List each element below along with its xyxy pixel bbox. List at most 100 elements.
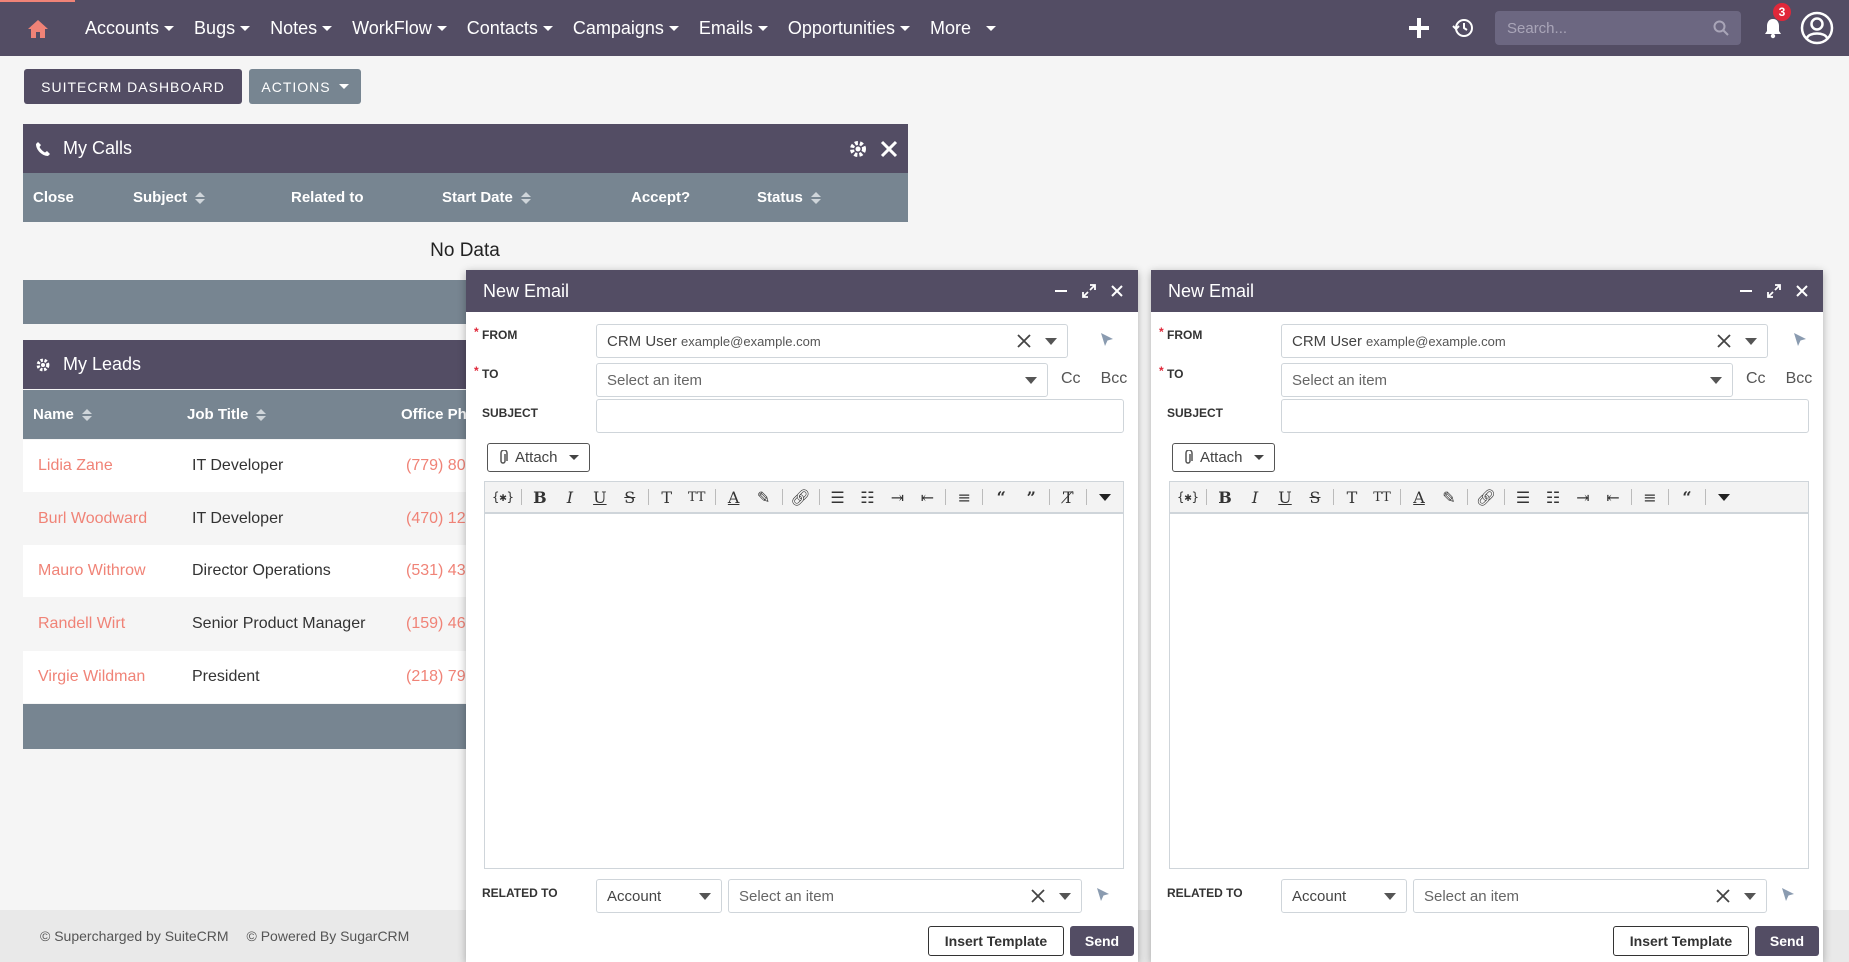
sort-icon[interactable] (81, 408, 92, 421)
align-icon[interactable]: ≡ (1636, 483, 1664, 511)
blockquote-icon[interactable]: “ (1673, 483, 1701, 511)
actions-button[interactable]: ACTIONS (249, 69, 361, 104)
expand-icon[interactable] (1767, 284, 1781, 298)
subject-input[interactable] (1281, 399, 1809, 433)
to-select[interactable]: Select an item (596, 363, 1048, 397)
from-select[interactable]: CRM User example@example.com (596, 324, 1068, 358)
sort-icon[interactable] (810, 191, 821, 204)
bold-icon[interactable]: B (526, 483, 554, 511)
global-search[interactable] (1495, 11, 1741, 45)
nav-notes[interactable]: Notes (260, 18, 342, 39)
recently-viewed-button[interactable] (1441, 0, 1485, 56)
quote-close-icon[interactable]: ” (1017, 483, 1045, 511)
clear-icon[interactable] (1031, 889, 1045, 903)
link-icon[interactable]: 🔗︎ (787, 483, 815, 511)
lead-name-link[interactable]: Burl Woodward (38, 493, 147, 545)
nav-campaigns[interactable]: Campaigns (563, 18, 689, 39)
footer-suitecrm-link[interactable]: © Supercharged by SuiteCRM (40, 928, 229, 944)
lead-name-link[interactable]: Virgie Wildman (38, 651, 145, 703)
user-menu-button[interactable] (1795, 0, 1839, 56)
lead-phone-link[interactable]: (218) 79: (406, 651, 470, 703)
minimize-icon[interactable] (1739, 284, 1753, 298)
select-from-button[interactable] (1096, 329, 1118, 351)
col-name[interactable]: Name (33, 390, 92, 439)
lead-name-link[interactable]: Randell Wirt (38, 598, 125, 650)
lead-name-link[interactable]: Lidia Zane (38, 440, 113, 492)
blockquote-icon[interactable]: “ (987, 483, 1015, 511)
suitecrm-dashboard-tab[interactable]: SUITECRM DASHBOARD (24, 69, 242, 104)
related-type-select[interactable]: Account (1281, 879, 1407, 913)
sort-icon[interactable] (195, 191, 206, 204)
underline-icon[interactable]: U (1271, 483, 1299, 511)
bullet-list-icon[interactable]: ☰ (1509, 483, 1537, 511)
italic-icon[interactable]: I (1241, 483, 1269, 511)
highlight-icon[interactable]: ✎ (1435, 483, 1463, 511)
dropdown-arrow-icon[interactable] (1384, 892, 1396, 900)
font-family-icon[interactable]: T (1338, 483, 1366, 511)
attach-button[interactable]: Attach (1172, 443, 1275, 472)
font-size-icon[interactable]: TT (1368, 483, 1396, 511)
numbered-list-icon[interactable]: ☷ (853, 483, 881, 511)
to-select[interactable]: Select an item (1281, 363, 1733, 397)
col-status[interactable]: Status (757, 173, 821, 222)
dropdown-arrow-icon[interactable] (1059, 892, 1071, 900)
close-icon[interactable] (880, 140, 898, 158)
strikethrough-icon[interactable]: S (1301, 483, 1329, 511)
underline-icon[interactable]: U (586, 483, 614, 511)
email-body-editor[interactable] (1169, 513, 1809, 869)
variables-icon[interactable]: {✱} (1174, 483, 1202, 511)
dropdown-arrow-icon[interactable] (699, 892, 711, 900)
cc-toggle[interactable]: Cc (1061, 370, 1081, 388)
attach-button[interactable]: Attach (487, 443, 590, 472)
variables-icon[interactable]: {✱} (489, 483, 517, 511)
font-size-icon[interactable]: TT (683, 483, 711, 511)
cc-toggle[interactable]: Cc (1746, 370, 1766, 388)
dropdown-arrow-icon[interactable] (1710, 376, 1722, 384)
related-item-select[interactable]: Select an item (1413, 879, 1767, 913)
nav-bugs[interactable]: Bugs (184, 18, 260, 39)
search-icon[interactable] (1713, 20, 1729, 36)
outdent-icon[interactable]: ⇤ (1599, 483, 1627, 511)
sort-icon[interactable] (256, 408, 267, 421)
outdent-icon[interactable]: ⇤ (913, 483, 941, 511)
lead-name-link[interactable]: Mauro Withrow (38, 545, 146, 597)
col-job-title[interactable]: Job Title (187, 390, 267, 439)
sort-icon[interactable] (520, 191, 531, 204)
send-button[interactable]: Send (1755, 926, 1819, 956)
close-icon[interactable] (1110, 284, 1124, 298)
align-icon[interactable]: ≡ (950, 483, 978, 511)
insert-template-button[interactable]: Insert Template (1613, 926, 1749, 956)
text-color-icon[interactable]: A (1405, 483, 1433, 511)
lead-phone-link[interactable]: (779) 800 (406, 440, 475, 492)
indent-icon[interactable]: ⇥ (1569, 483, 1597, 511)
related-type-select[interactable]: Account (596, 879, 722, 913)
footer-sugarcrm-link[interactable]: © Powered By SugarCRM (247, 928, 410, 944)
notifications-button[interactable]: 3 (1751, 0, 1795, 56)
home-button[interactable] (0, 0, 75, 56)
nav-emails[interactable]: Emails (689, 18, 778, 39)
clear-icon[interactable] (1017, 334, 1031, 348)
italic-icon[interactable]: I (556, 483, 584, 511)
from-select[interactable]: CRM User example@example.com (1281, 324, 1768, 358)
indent-icon[interactable]: ⇥ (883, 483, 911, 511)
col-office-phone[interactable]: Office Pho (401, 390, 476, 439)
nav-opportunities[interactable]: Opportunities (778, 18, 920, 39)
dropdown-arrow-icon[interactable] (1025, 376, 1037, 384)
col-subject[interactable]: Subject (133, 173, 206, 222)
search-input[interactable] (1507, 19, 1713, 37)
email-body-editor[interactable] (484, 513, 1124, 869)
more-tools-icon[interactable] (1710, 483, 1738, 511)
expand-icon[interactable] (1082, 284, 1096, 298)
bcc-toggle[interactable]: Bcc (1101, 370, 1128, 388)
lead-phone-link[interactable]: (531) 43( (406, 545, 471, 597)
minimize-icon[interactable] (1054, 284, 1068, 298)
dropdown-arrow-icon[interactable] (1745, 337, 1757, 345)
nav-more[interactable]: More (920, 18, 1006, 39)
select-from-button[interactable] (1789, 329, 1811, 351)
more-tools-icon[interactable] (1091, 483, 1119, 511)
numbered-list-icon[interactable]: ☷ (1539, 483, 1567, 511)
gear-icon[interactable] (848, 139, 868, 159)
highlight-icon[interactable]: ✎ (750, 483, 778, 511)
related-item-select[interactable]: Select an item (728, 879, 1082, 913)
font-family-icon[interactable]: T (653, 483, 681, 511)
